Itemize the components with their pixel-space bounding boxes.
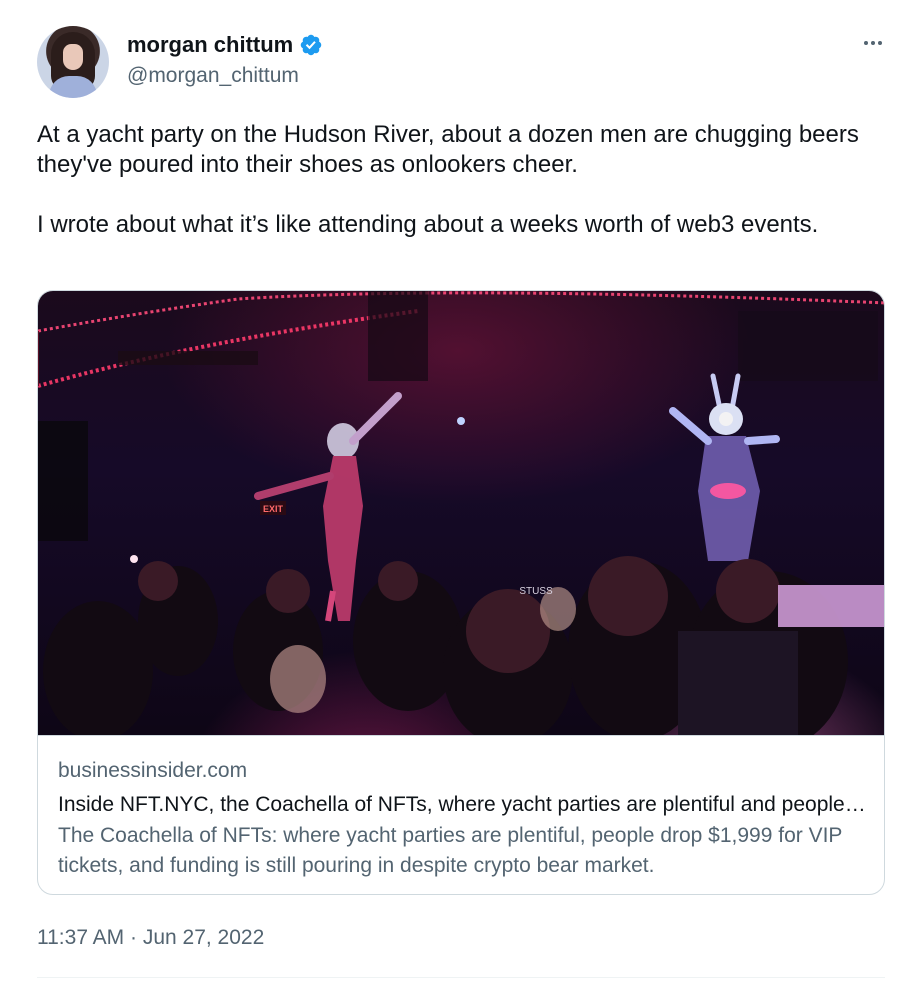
tweet-timestamp[interactable]: 11:37 AM · Jun 27, 2022 (37, 924, 264, 952)
exit-sign-text: EXIT (263, 504, 284, 514)
card-image[interactable]: EXIT STUSS (38, 291, 884, 735)
tweet-text: At a yacht party on the Hudson River, ab… (37, 120, 877, 240)
avatar[interactable] (37, 26, 109, 98)
tweet-paragraph: I wrote about what it’s like attending a… (37, 211, 819, 238)
party-scene-image: EXIT STUSS (38, 291, 884, 735)
card-description: The Coachella of NFTs: where yacht parti… (58, 824, 843, 877)
author-display-name[interactable]: morgan chittum (127, 31, 293, 59)
avatar-face (63, 44, 83, 70)
divider (37, 977, 885, 978)
card-title[interactable]: Inside NFT.NYC, the Coachella of NFTs, w… (58, 791, 866, 819)
verified-badge-icon[interactable] (299, 33, 323, 57)
tweet: morgan chittum @morgan_chittum At a yach… (0, 0, 898, 998)
author-handle[interactable]: @morgan_chittum (127, 63, 299, 89)
shirt-text: STUSS (519, 586, 553, 597)
card-meta[interactable]: businessinsider.com Inside NFT.NYC, the … (38, 735, 884, 894)
tweet-paragraph: At a yacht party on the Hudson River, ab… (37, 121, 859, 178)
more-horizontal-icon[interactable] (858, 33, 888, 53)
link-card[interactable]: EXIT STUSS businessinsider.com Inside NF… (37, 290, 885, 895)
more-dot (878, 41, 882, 45)
more-dot (871, 41, 875, 45)
card-domain: businessinsider.com (58, 759, 248, 782)
more-dot (864, 41, 868, 45)
author-name-row: morgan chittum (127, 31, 323, 59)
